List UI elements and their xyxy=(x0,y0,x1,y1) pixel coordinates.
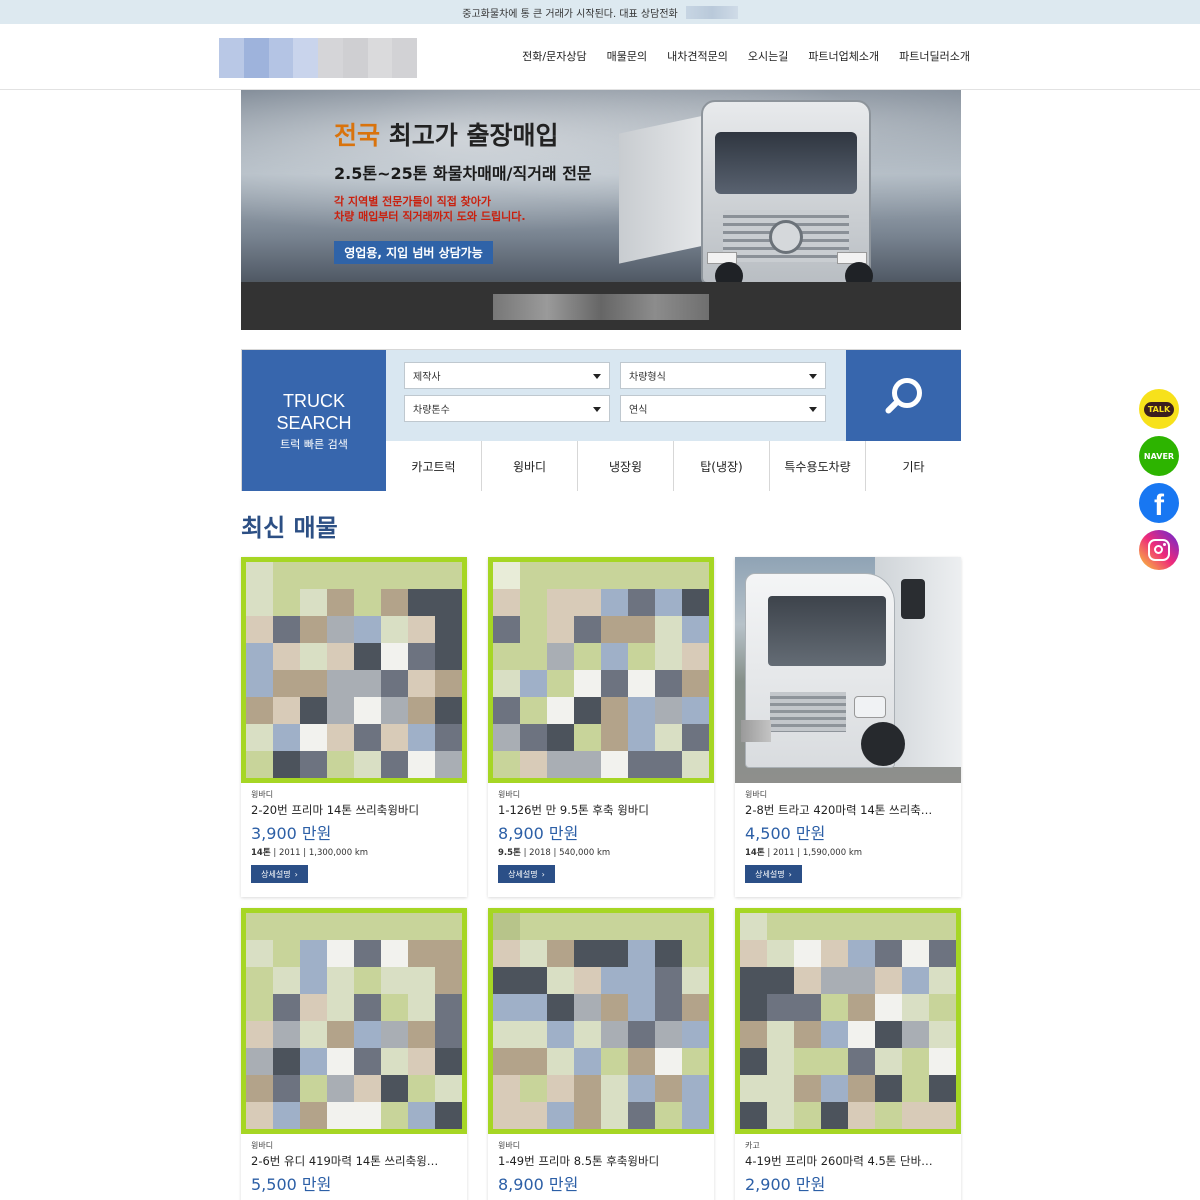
listing-category: 윙바디 xyxy=(251,1141,274,1150)
blurred-phone-number xyxy=(685,5,738,19)
category-etc[interactable]: 기타 xyxy=(865,441,961,491)
manufacturer-select[interactable]: 제작사 xyxy=(404,362,610,389)
tonnage-select[interactable]: 차량톤수 xyxy=(404,395,610,422)
chevron-right-icon: › xyxy=(541,869,545,879)
chevron-down-icon xyxy=(809,407,817,412)
listing-name[interactable]: 2-6번 유디 419마력 14톤 쓰리축윙… xyxy=(251,1153,457,1169)
listing-photo[interactable] xyxy=(488,557,714,783)
nav-partner-companies[interactable]: 파트너업체소개 xyxy=(808,48,879,64)
blurred-license-plate xyxy=(741,720,771,742)
listing-card[interactable]: 윙바디 2-20번 프리마 14톤 쓰리축윙바디 3,900 만원 14톤 | … xyxy=(241,557,467,897)
chevron-right-icon: › xyxy=(788,869,792,879)
detail-button[interactable]: 상세설명 › xyxy=(745,865,802,883)
nav-partner-dealers[interactable]: 파트너딜러소개 xyxy=(899,48,970,64)
chevron-down-icon xyxy=(809,374,817,379)
listing-photo[interactable] xyxy=(735,908,961,1134)
listing-card[interactable]: 윙바디 1-49번 프리마 8.5톤 후축윙바디 8,900 만원 xyxy=(488,908,714,1200)
truck-search-panel: TRUCK SEARCH 트럭 빠른 검색 제작사 차량형식 차량톤수 연식 카… xyxy=(241,349,961,491)
listing-name[interactable]: 2-20번 프리마 14톤 쓰리축윙바디 xyxy=(251,802,457,818)
listing-name[interactable]: 1-49번 프리마 8.5톤 후축윙바디 xyxy=(498,1153,704,1169)
instagram-icon[interactable] xyxy=(1139,530,1179,570)
site-logo[interactable] xyxy=(219,38,417,78)
listing-category: 윙바디 xyxy=(251,790,274,799)
hero-banner: 전국 최고가 출장매입 2.5톤~25톤 화물차매매/직거래 전문 각 지역별 … xyxy=(241,90,961,330)
listing-name[interactable]: 1-126번 만 9.5톤 후축 윙바디 xyxy=(498,802,704,818)
nav-my-car-quote[interactable]: 내차견적문의 xyxy=(667,48,728,64)
chevron-down-icon xyxy=(593,374,601,379)
listing-photo[interactable] xyxy=(241,908,467,1134)
category-refrigerated-wing[interactable]: 냉장윙 xyxy=(577,441,673,491)
listing-category: 카고 xyxy=(745,1141,760,1150)
main-nav: 전화/문자상담 매물문의 내차견적문의 오시는길 파트너업체소개 파트너딜러소개 xyxy=(522,48,970,64)
listing-price: 4,500 만원 xyxy=(745,824,826,843)
banner-consult-button[interactable]: 영업용, 지입 넘버 상담가능 xyxy=(334,241,493,264)
latest-listings-title: 최신 매물 xyxy=(241,514,338,542)
listing-price: 3,900 만원 xyxy=(251,824,332,843)
chevron-right-icon: › xyxy=(294,869,298,879)
listing-photo[interactable] xyxy=(488,908,714,1134)
detail-button[interactable]: 상세설명 › xyxy=(498,865,555,883)
banner-bottom-stripe xyxy=(241,282,961,330)
listing-card[interactable]: 카고 4-19번 프리마 260마력 4.5톤 단바… 2,900 만원 xyxy=(735,908,961,1200)
site-header: 전화/문자상담 매물문의 내차견적문의 오시는길 파트너업체소개 파트너딜러소개 xyxy=(0,24,1200,90)
banner-title: 전국 최고가 출장매입 xyxy=(334,121,559,150)
search-panel-title: TRUCK SEARCH 트럭 빠른 검색 xyxy=(242,350,386,491)
listing-specs: 14톤 | 2011 | 1,590,000 km xyxy=(745,848,863,858)
listing-category: 윙바디 xyxy=(745,790,768,799)
banner-description: 각 지역별 전문가들이 직접 찾아가 차량 매입부터 직거래까지 도와 드립니다… xyxy=(334,195,526,223)
listing-category: 윙바디 xyxy=(498,790,521,799)
facebook-icon[interactable]: f xyxy=(1139,483,1179,523)
listing-category: 윙바디 xyxy=(498,1141,521,1150)
listing-price: 5,500 만원 xyxy=(251,1175,332,1194)
category-cargo[interactable]: 카고트럭 xyxy=(386,441,481,491)
naver-icon[interactable]: NAVER xyxy=(1139,436,1179,476)
listing-card[interactable]: 윙바디 1-126번 만 9.5톤 후축 윙바디 8,900 만원 9.5톤 |… xyxy=(488,557,714,897)
top-notice-bar: 중고화물차에 통 큰 거래가 시작된다. 대표 상담전화 xyxy=(0,0,1200,24)
listing-specs: 9.5톤 | 2018 | 540,000 km xyxy=(498,848,611,858)
banner-subtitle: 2.5톤~25톤 화물차매매/직거래 전문 xyxy=(334,164,592,183)
listing-card[interactable]: 윙바디 2-6번 유디 419마력 14톤 쓰리축윙… 5,500 만원 xyxy=(241,908,467,1200)
notice-text: 중고화물차에 통 큰 거래가 시작된다. 대표 상담전화 xyxy=(462,8,678,20)
detail-button[interactable]: 상세설명 › xyxy=(251,865,308,883)
search-icon xyxy=(883,376,924,416)
listing-name[interactable]: 2-8번 트라고 420마력 14톤 쓰리축… xyxy=(745,802,951,818)
category-tabs: 카고트럭 윙바디 냉장윙 탑(냉장) 특수용도차량 기타 xyxy=(386,441,961,491)
listing-price: 8,900 만원 xyxy=(498,824,579,843)
kakao-talk-icon[interactable]: TALK xyxy=(1139,389,1179,429)
listing-price: 8,900 만원 xyxy=(498,1175,579,1194)
truck-photo xyxy=(735,557,961,783)
category-wingbody[interactable]: 윙바디 xyxy=(481,441,577,491)
category-special-purpose[interactable]: 특수용도차량 xyxy=(769,441,865,491)
nav-phone-consult[interactable]: 전화/문자상담 xyxy=(522,48,586,64)
listing-card[interactable]: 윙바디 2-8번 트라고 420마력 14톤 쓰리축… 4,500 만원 14톤… xyxy=(735,557,961,897)
nav-listing-inquiry[interactable]: 매물문의 xyxy=(607,48,647,64)
vehicle-type-select[interactable]: 차량형식 xyxy=(620,362,826,389)
listing-specs: 14톤 | 2011 | 1,300,000 km xyxy=(251,848,369,858)
nav-directions[interactable]: 오시는길 xyxy=(748,48,788,64)
category-top-refrigerated[interactable]: 탑(냉장) xyxy=(673,441,769,491)
chevron-down-icon xyxy=(593,407,601,412)
blurred-contact xyxy=(493,294,709,320)
search-filters: 제작사 차량형식 차량톤수 연식 xyxy=(386,350,846,441)
listing-name[interactable]: 4-19번 프리마 260마력 4.5톤 단바… xyxy=(745,1153,951,1169)
year-select[interactable]: 연식 xyxy=(620,395,826,422)
search-button[interactable] xyxy=(846,350,961,441)
listing-photo[interactable] xyxy=(241,557,467,783)
truck-illustration xyxy=(619,94,939,294)
listing-photo[interactable] xyxy=(735,557,961,783)
listing-price: 2,900 만원 xyxy=(745,1175,826,1194)
